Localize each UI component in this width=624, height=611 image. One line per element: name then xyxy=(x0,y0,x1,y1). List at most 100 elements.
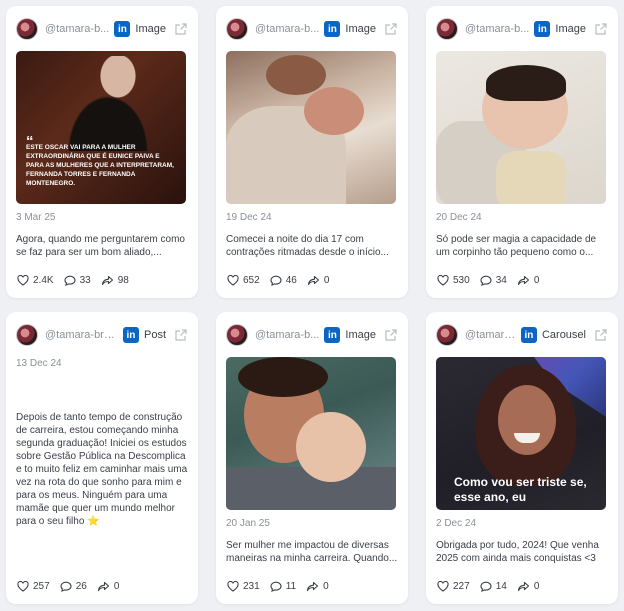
post-header: @tamara-b... in Image xyxy=(436,16,608,42)
linkedin-icon: in xyxy=(324,21,341,37)
comment-icon xyxy=(270,275,282,286)
shares-stat: 0 xyxy=(97,581,119,592)
comments-stat: 33 xyxy=(64,275,91,286)
comment-icon xyxy=(60,581,72,592)
post-card[interactable]: @tamara-b... in Image 20 Jan 25 Ser mulh… xyxy=(216,312,408,604)
linkedin-icon: in xyxy=(534,21,551,37)
post-type-label: Post xyxy=(143,329,166,341)
comments-stat: 46 xyxy=(270,275,297,286)
share-icon xyxy=(307,275,319,286)
avatar[interactable] xyxy=(226,18,248,40)
likes-count: 231 xyxy=(243,581,260,592)
author-handle[interactable]: @tamara-b... xyxy=(465,23,530,35)
post-date: 20 Dec 24 xyxy=(436,212,482,223)
post-image[interactable]: Como vou ser triste se, esse ano, eu xyxy=(436,357,606,510)
shares-count: 0 xyxy=(323,275,330,286)
avatar[interactable] xyxy=(436,18,458,40)
comment-icon xyxy=(480,581,492,592)
avatar[interactable] xyxy=(226,324,248,346)
post-image-shape xyxy=(486,65,566,101)
post-date: 20 Jan 25 xyxy=(226,518,270,529)
shares-stat: 0 xyxy=(306,581,329,592)
external-link-icon[interactable] xyxy=(384,22,398,36)
shares-count: 0 xyxy=(533,275,540,286)
post-card[interactable]: @tamara-b... in Image “ ESTE OSCAR VAI P… xyxy=(6,6,198,298)
shares-stat: 0 xyxy=(517,275,540,286)
post-caption: Agora, quando me perguntarem como se faz… xyxy=(16,234,185,258)
post-caption: Comecei a noite do dia 17 com contrações… xyxy=(226,234,389,258)
post-image[interactable]: “ ESTE OSCAR VAI PARA A MULHER EXTRAORDI… xyxy=(16,51,186,204)
comments-count: 14 xyxy=(495,581,507,592)
post-image-shape xyxy=(238,357,328,397)
comment-icon xyxy=(270,581,282,592)
external-link-icon[interactable] xyxy=(594,22,608,36)
likes-stat: 257 xyxy=(17,581,50,592)
author-handle[interactable]: @tamara-bra... xyxy=(45,329,119,341)
likes-stat: 530 xyxy=(437,275,470,286)
likes-stat: 2.4K xyxy=(17,275,54,286)
shares-count: 98 xyxy=(117,275,129,286)
post-card[interactable]: @tamara-b... in Image 19 Dec 24 Comecei … xyxy=(216,6,408,298)
post-date: 19 Dec 24 xyxy=(226,212,272,223)
image-overlay-text: ESTE OSCAR VAI PARA A MULHER EXTRAORDINÁ… xyxy=(26,144,174,187)
comments-stat: 11 xyxy=(270,581,296,592)
share-icon xyxy=(307,581,319,592)
heart-icon xyxy=(227,275,239,286)
post-card[interactable]: @tamara-bra... in Post 13 Dec 24 Depois … xyxy=(6,312,198,604)
linkedin-icon: in xyxy=(114,21,131,37)
author-handle[interactable]: @tamara-b... xyxy=(255,23,320,35)
post-stats: 652 46 0 xyxy=(227,275,339,286)
post-image[interactable] xyxy=(226,357,396,510)
comments-stat: 34 xyxy=(480,275,507,286)
post-image-shape xyxy=(496,151,566,204)
post-image[interactable] xyxy=(226,51,396,204)
share-icon xyxy=(517,275,529,286)
comment-icon xyxy=(480,275,492,286)
post-image-shape xyxy=(304,87,364,135)
avatar[interactable] xyxy=(16,324,38,346)
heart-icon xyxy=(17,581,29,592)
avatar[interactable] xyxy=(436,324,458,346)
post-card[interactable]: @tamara... in Carousel Como vou ser tris… xyxy=(426,312,618,604)
likes-count: 227 xyxy=(453,581,470,592)
comments-count: 11 xyxy=(285,581,297,592)
post-header: @tamara-b... in Image xyxy=(226,16,398,42)
post-date: 3 Mar 25 xyxy=(16,212,56,223)
post-card[interactable]: @tamara-b... in Image 20 Dec 24 Só pode … xyxy=(426,6,618,298)
post-type-label: Image xyxy=(135,23,166,35)
comment-icon xyxy=(64,275,76,286)
post-caption: Obrigada por tudo, 2024! Que venha 2025 … xyxy=(436,540,599,564)
avatar[interactable] xyxy=(16,18,38,40)
post-header: @tamara-bra... in Post xyxy=(16,322,188,348)
author-handle[interactable]: @tamara-b... xyxy=(45,23,110,35)
post-stats: 231 11 0 xyxy=(227,581,339,592)
post-grid: @tamara-b... in Image “ ESTE OSCAR VAI P… xyxy=(6,6,618,604)
shares-count: 0 xyxy=(323,581,329,592)
post-image[interactable] xyxy=(436,51,606,204)
image-overlay-text: Como vou ser triste se, esse ano, eu xyxy=(454,475,587,504)
post-type-label: Image xyxy=(345,329,376,341)
post-type-label: Image xyxy=(345,23,376,35)
post-date: 2 Dec 24 xyxy=(436,518,477,529)
post-type-label: Carousel xyxy=(541,329,586,341)
external-link-icon[interactable] xyxy=(174,22,188,36)
heart-icon xyxy=(437,275,449,286)
post-date: 13 Dec 24 xyxy=(16,358,62,369)
share-icon xyxy=(101,275,113,286)
likes-count: 652 xyxy=(243,275,260,286)
author-handle[interactable]: @tamara... xyxy=(465,329,517,341)
likes-count: 2.4K xyxy=(33,275,54,286)
heart-icon xyxy=(227,581,239,592)
post-stats: 227 14 0 xyxy=(437,581,549,592)
linkedin-icon: in xyxy=(324,327,341,343)
external-link-icon[interactable] xyxy=(384,328,398,342)
post-stats: 257 26 0 xyxy=(17,581,129,592)
external-link-icon[interactable] xyxy=(174,328,188,342)
author-handle[interactable]: @tamara-b... xyxy=(255,329,320,341)
comments-count: 33 xyxy=(79,275,91,286)
share-icon xyxy=(517,581,529,592)
likes-stat: 231 xyxy=(227,581,260,592)
shares-stat: 98 xyxy=(101,275,129,286)
post-stats: 530 34 0 xyxy=(437,275,549,286)
external-link-icon[interactable] xyxy=(594,328,608,342)
